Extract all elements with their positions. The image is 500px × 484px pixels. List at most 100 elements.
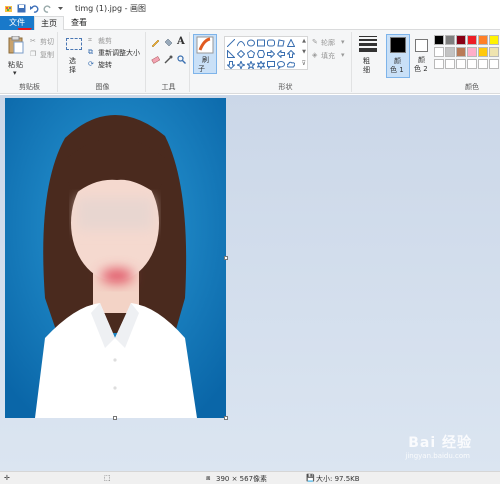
resize-handle-corner[interactable] (224, 416, 228, 420)
tab-view[interactable]: 查看 (66, 16, 92, 30)
shape-pentagon-icon[interactable] (247, 50, 255, 58)
shapes-scroll-up-icon[interactable]: ▲ (302, 38, 306, 44)
shape-right-triangle-icon[interactable] (227, 50, 235, 58)
redo-icon[interactable] (43, 4, 52, 13)
magnifier-icon[interactable] (177, 55, 186, 64)
shape-triangle-icon[interactable] (287, 39, 295, 47)
palette-swatch[interactable] (456, 59, 466, 69)
pencil-icon[interactable] (151, 38, 160, 47)
crop-icon: ⌗ (88, 36, 92, 44)
shapes-more-icon[interactable]: ⊽ (302, 60, 306, 67)
shape-diamond-icon[interactable] (237, 50, 245, 58)
image-dimensions: 390 × 567像素 (216, 475, 268, 483)
tools-group-label: 工具 (161, 83, 176, 91)
shape-star4-icon[interactable] (237, 61, 245, 69)
shapes-gallery[interactable]: ▲ ▼ ⊽ (224, 36, 308, 70)
rotate-label: 旋转 (98, 61, 112, 69)
shapes-scroll-down-icon[interactable]: ▼ (302, 49, 306, 55)
color-picker-icon[interactable] (164, 55, 173, 64)
palette-swatch[interactable] (456, 35, 466, 45)
shape-oval-icon[interactable] (247, 39, 255, 47)
paste-button[interactable]: 粘 贴 ▾ (5, 36, 27, 78)
shape-cloud-icon[interactable] (287, 61, 295, 69)
shape-callout-oval-icon[interactable] (277, 61, 285, 69)
color1-swatch (390, 37, 406, 53)
palette-swatch[interactable] (434, 47, 444, 57)
outline-icon: ✎ (312, 38, 318, 46)
palette-swatch[interactable] (434, 35, 444, 45)
photo-canvas[interactable] (5, 98, 226, 418)
size-button[interactable]: 粗 细 (355, 34, 381, 76)
fill-button[interactable]: ◈ 填充 ▾ (312, 51, 350, 61)
shape-left-arrow-icon[interactable] (277, 50, 285, 58)
brushes-button[interactable]: 刷 子 (193, 34, 217, 74)
palette-swatch[interactable] (445, 35, 455, 45)
palette-swatch[interactable] (467, 47, 477, 57)
color1-button[interactable]: 颜 色 1 (386, 34, 410, 78)
outline-label: 轮廓 (321, 39, 335, 47)
palette-swatch[interactable] (489, 59, 499, 69)
outline-dropdown-icon: ▾ (341, 38, 345, 46)
palette-swatch[interactable] (489, 47, 499, 57)
customize-dropdown-icon[interactable] (56, 4, 65, 13)
selection-size-icon: ⬚ (104, 474, 111, 482)
shape-rounded-rect-icon[interactable] (267, 39, 275, 47)
outline-button[interactable]: ✎ 轮廓 ▾ (312, 38, 350, 48)
save-icon[interactable] (17, 4, 26, 13)
brush-icon (196, 36, 214, 54)
shape-line-icon[interactable] (227, 39, 235, 47)
shape-callout-rect-icon[interactable] (267, 61, 275, 69)
shape-up-arrow-icon[interactable] (287, 50, 295, 58)
shapes-group-label: 形状 (278, 83, 293, 91)
shape-curve-icon[interactable] (237, 39, 245, 47)
palette-swatch[interactable] (478, 35, 488, 45)
cut-button[interactable]: ✂ 剪切 (30, 37, 58, 47)
resize-handle-bottom[interactable] (113, 416, 117, 420)
shape-star6-icon[interactable] (257, 61, 265, 69)
select-rectangle-icon (66, 38, 82, 50)
resize-handle-right[interactable] (224, 256, 228, 260)
clipboard-group: 粘 贴 ▾ ✂ 剪切 ❐ 复制 剪贴板 (2, 32, 58, 92)
rotate-icon: ⟳ (88, 60, 94, 68)
eraser-icon[interactable] (151, 55, 160, 64)
palette-swatch[interactable] (489, 35, 499, 45)
color2-swatch (415, 39, 428, 52)
shape-star5-icon[interactable] (247, 61, 255, 69)
fill-bucket-icon[interactable] (164, 38, 173, 47)
palette-swatch[interactable] (456, 47, 466, 57)
undo-icon[interactable] (30, 4, 39, 13)
shape-polygon-icon[interactable] (277, 39, 285, 47)
copy-button[interactable]: ❐ 复制 (30, 50, 58, 60)
select-button[interactable]: 选 择 (64, 36, 86, 78)
color2-label-2: 色 2 (414, 65, 428, 73)
resize-label: 重新调整大小 (98, 49, 140, 57)
palette-swatch[interactable] (434, 59, 444, 69)
shape-rectangle-icon[interactable] (257, 39, 265, 47)
color-palette (434, 35, 500, 75)
crop-button[interactable]: ⌗ 裁剪 (88, 36, 144, 46)
paste-dropdown-icon[interactable]: ▾ (13, 69, 17, 77)
text-tool-icon[interactable]: A (177, 36, 185, 47)
canvas-workspace[interactable] (0, 95, 500, 471)
paint-app-icon (4, 4, 13, 13)
resize-button[interactable]: ⧉ 重新调整大小 (88, 48, 146, 58)
fill-dropdown-icon: ▾ (341, 51, 345, 59)
palette-swatch[interactable] (445, 59, 455, 69)
palette-swatch[interactable] (478, 47, 488, 57)
color2-button[interactable]: 颜 色 2 (412, 34, 434, 78)
ribbon: 粘 贴 ▾ ✂ 剪切 ❐ 复制 剪贴板 选 择 ⌗ 裁剪 ⧉ 重新调整大小 ⟳ (0, 30, 500, 94)
shape-down-arrow-icon[interactable] (227, 61, 235, 69)
shape-right-arrow-icon[interactable] (267, 50, 275, 58)
shapes-group: ▲ ▼ ⊽ ✎ 轮廓 ▾ ◈ 填充 ▾ 形状 (220, 32, 352, 92)
fill-label: 填充 (321, 52, 335, 60)
palette-swatch[interactable] (467, 59, 477, 69)
shape-hexagon-icon[interactable] (257, 50, 265, 58)
baidu-watermark: Bai 经验 (408, 435, 472, 451)
palette-swatch[interactable] (478, 59, 488, 69)
rotate-button[interactable]: ⟳ 旋转 (88, 60, 138, 70)
palette-swatch[interactable] (467, 35, 477, 45)
title-bar: timg (1).jpg - 画图 (0, 0, 500, 16)
palette-swatch[interactable] (445, 47, 455, 57)
size-label-2: 细 (363, 66, 370, 74)
fill-icon: ◈ (312, 51, 318, 59)
